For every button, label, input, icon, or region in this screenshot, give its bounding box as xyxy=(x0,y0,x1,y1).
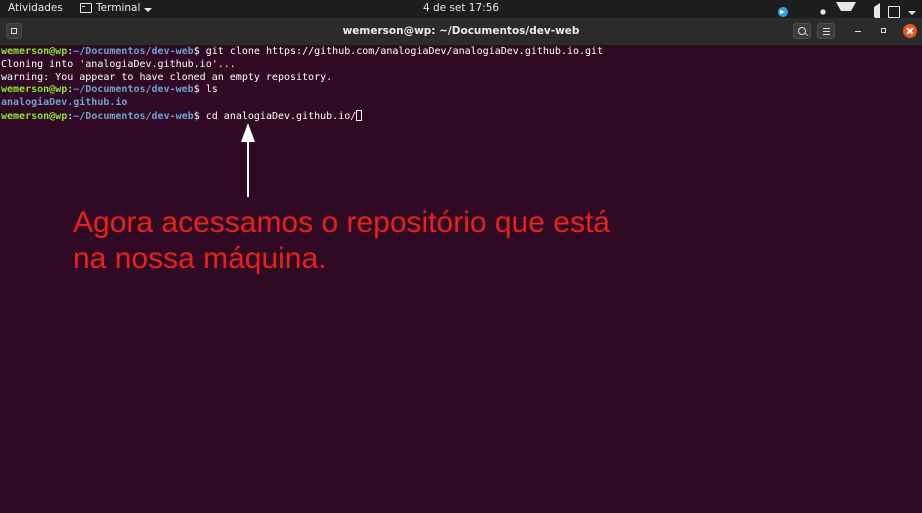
prompt-path: ~/Documentos/dev-web xyxy=(73,110,194,122)
hamburger-menu-button[interactable] xyxy=(817,23,835,39)
close-button[interactable] xyxy=(903,24,917,38)
command-text: cd analogiaDev.github.io/ xyxy=(199,110,357,122)
window-titlebar[interactable]: wemerson@wp: ~/Documentos/dev-web xyxy=(0,18,922,46)
terminal-line: Cloning into 'analogiaDev.github.io'... xyxy=(1,59,922,72)
system-menu-caret-icon[interactable] xyxy=(908,11,916,15)
maximize-button[interactable] xyxy=(875,23,893,39)
terminal-line: wemerson@wp:~/Documentos/dev-web$ cd ana… xyxy=(1,109,922,123)
prompt-user: wemerson@wp xyxy=(1,46,68,57)
terminal-line: wemerson@wp:~/Documentos/dev-web$ ls xyxy=(1,84,922,97)
command-text: git clone https://github.com/analogiaDev… xyxy=(199,46,604,57)
brightness-icon[interactable] xyxy=(818,6,828,17)
text-cursor xyxy=(356,109,363,121)
directory-entry: analogiaDev.github.io xyxy=(1,97,128,109)
minimize-button[interactable] xyxy=(850,23,868,39)
prompt-user: wemerson@wp xyxy=(1,110,68,122)
prompt-path: ~/Documentos/dev-web xyxy=(73,46,194,57)
prompt-user: wemerson@wp xyxy=(1,84,68,96)
terminal-line: wemerson@wp:~/Documentos/dev-web$ git cl… xyxy=(1,46,922,59)
annotation-line-1: Agora acessamos o repositório que está xyxy=(73,206,610,239)
output-text: warning: You appear to have cloned an em… xyxy=(1,71,333,83)
prompt-path: ~/Documentos/dev-web xyxy=(73,84,194,96)
window-title: wemerson@wp: ~/Documentos/dev-web xyxy=(342,25,580,37)
command-text: ls xyxy=(199,84,218,96)
terminal-line: warning: You appear to have cloned an em… xyxy=(1,72,922,85)
top-bar: Atividades Terminal 4 de set 17:56 xyxy=(0,0,922,21)
battery-icon[interactable] xyxy=(888,5,900,18)
annotation-arrow-icon xyxy=(241,123,255,197)
terminal-line: analogiaDev.github.io xyxy=(1,97,922,110)
output-text: Cloning into 'analogiaDev.github.io'... xyxy=(1,58,236,70)
telegram-icon[interactable] xyxy=(778,6,788,17)
search-button[interactable] xyxy=(793,23,811,39)
annotation-text: Agora acessamos o repositório que está n… xyxy=(73,205,713,277)
annotation-line-2: na nossa máquina. xyxy=(73,242,327,275)
terminal-output[interactable]: wemerson@wp:~/Documentos/dev-web$ git cl… xyxy=(0,46,922,513)
